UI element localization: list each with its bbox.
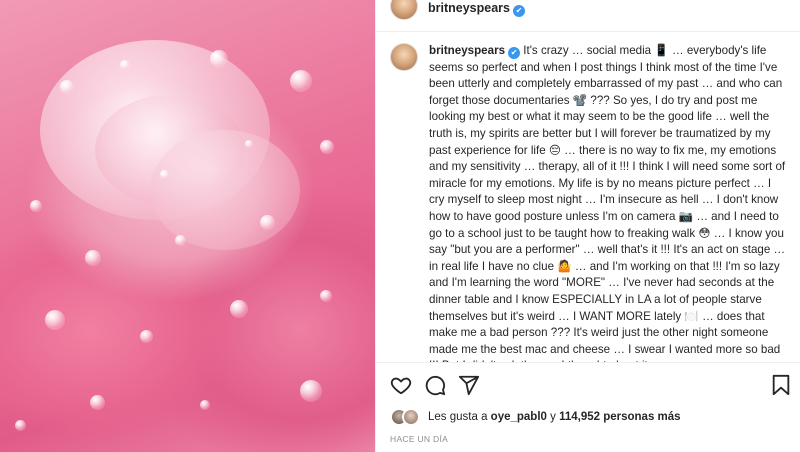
water-drop bbox=[60, 80, 74, 94]
water-drop bbox=[120, 60, 130, 70]
author-username-text[interactable]: britneyspears bbox=[428, 1, 510, 15]
bookmark-icon[interactable] bbox=[770, 374, 792, 396]
water-drop bbox=[175, 235, 186, 246]
caption-body: britneyspears ✔ It's crazy … social media… bbox=[429, 43, 789, 362]
water-drop bbox=[160, 170, 169, 179]
likes-prefix: Les gusta a bbox=[428, 411, 488, 423]
post-side-panel: britneyspears ✔ britneyspears ✔ It's crazy… bbox=[375, 0, 800, 452]
water-drop bbox=[260, 215, 275, 230]
water-drop bbox=[290, 70, 312, 92]
heart-icon[interactable] bbox=[390, 374, 412, 396]
share-icon[interactable] bbox=[458, 374, 480, 396]
water-drop bbox=[245, 140, 253, 148]
likes-connector: y bbox=[550, 411, 556, 423]
liker-username[interactable]: oye_pabl0 bbox=[491, 411, 547, 423]
caption-username[interactable]: britneyspears bbox=[429, 44, 505, 57]
water-drop bbox=[85, 250, 101, 266]
likes-summary: Les gusta a oye_pabl0 y 114,952 personas… bbox=[376, 406, 800, 430]
likes-text: Les gusta a oye_pabl0 y 114,952 personas… bbox=[428, 411, 681, 423]
water-drop bbox=[15, 420, 26, 431]
likers-avatars[interactable] bbox=[390, 408, 424, 426]
post-image-rose bbox=[0, 0, 375, 452]
liker-avatar[interactable] bbox=[402, 408, 420, 426]
caption-section: britneyspears ✔ It's crazy … social media… bbox=[376, 32, 800, 362]
caption-avatar[interactable] bbox=[390, 43, 418, 71]
water-drop bbox=[140, 330, 153, 343]
caption-text: It's crazy … social media 📱 … everybody'… bbox=[429, 44, 786, 362]
water-drop bbox=[30, 200, 42, 212]
likes-count[interactable]: 114,952 personas más bbox=[559, 411, 680, 423]
author-avatar[interactable] bbox=[390, 0, 418, 20]
water-drop bbox=[45, 310, 65, 330]
action-bar bbox=[376, 362, 800, 406]
author-username[interactable]: britneyspears ✔ bbox=[428, 1, 525, 17]
water-drop bbox=[230, 300, 248, 318]
water-drop bbox=[300, 380, 322, 402]
verified-badge-icon: ✔ bbox=[512, 5, 525, 17]
verified-badge-icon: ✔ bbox=[508, 47, 521, 59]
post-timestamp[interactable]: HACE UN DÍA bbox=[390, 434, 448, 444]
water-drop bbox=[320, 290, 332, 302]
comment-icon[interactable] bbox=[424, 374, 446, 396]
water-drop bbox=[320, 140, 334, 154]
water-drop bbox=[200, 400, 210, 410]
post-header: britneyspears ✔ bbox=[376, 0, 800, 32]
rose-petal bbox=[150, 130, 300, 250]
water-drop bbox=[210, 50, 228, 68]
water-drop bbox=[90, 395, 105, 410]
